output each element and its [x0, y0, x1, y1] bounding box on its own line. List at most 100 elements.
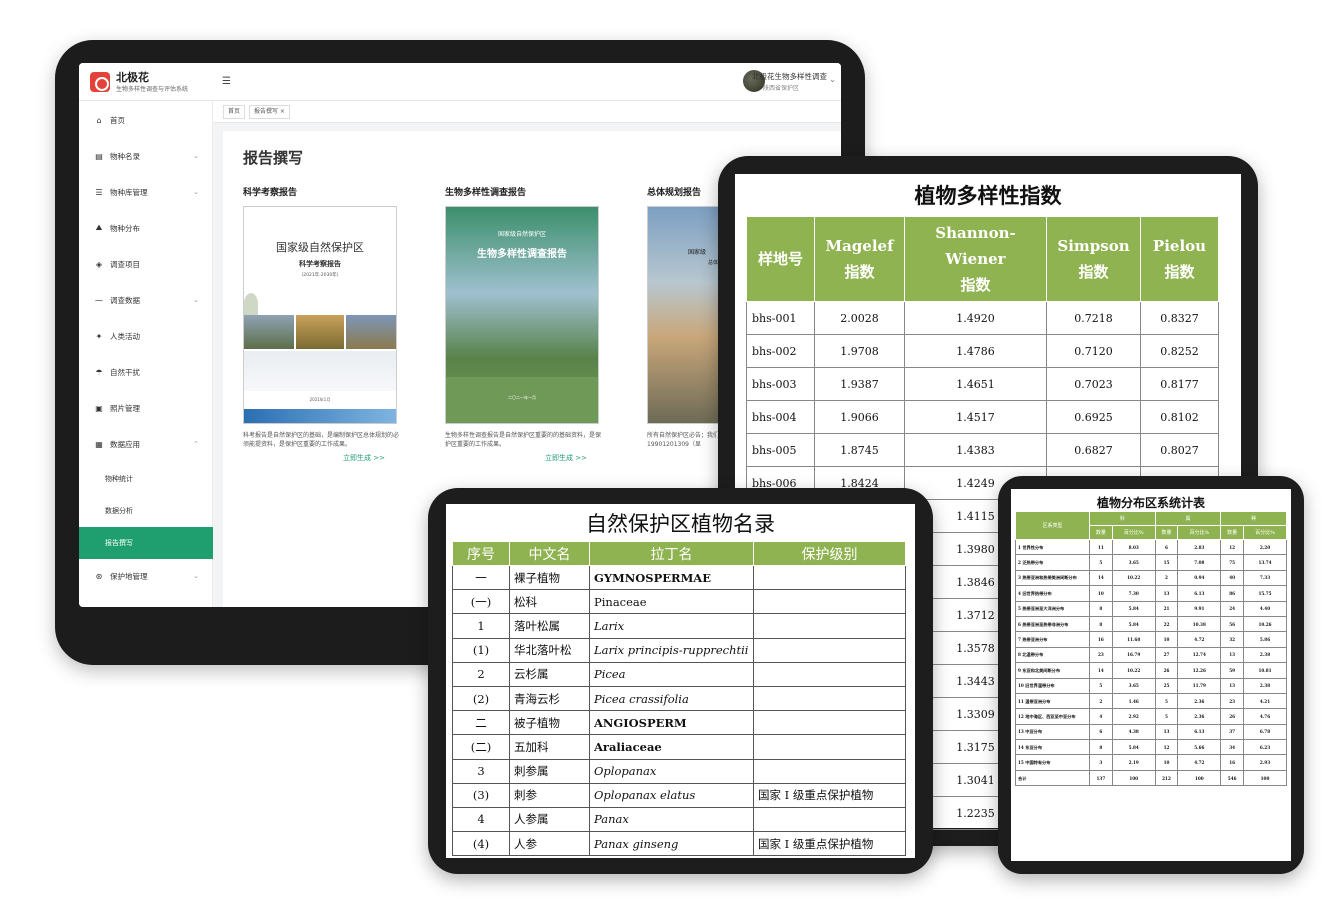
sidebar-item-label: 首页 — [110, 115, 125, 125]
cover-photo-lake — [244, 315, 294, 349]
table-cell: 6.78 — [1243, 723, 1287, 741]
table-cell: 7.33 — [1243, 569, 1287, 587]
table-cell: 86 — [1220, 585, 1245, 602]
table-cell: 13.74 — [1243, 554, 1287, 571]
sidebar-subitem-data-analysis[interactable]: 数据分析 — [79, 495, 213, 527]
table-cell: 2.20 — [1243, 538, 1287, 556]
sidebar-item-species-db[interactable]: ☰ 物种库管理 ⌄ — [79, 177, 213, 207]
table-cell: 10 — [1154, 754, 1179, 771]
table-row: bhs-004 1.9066 1.4517 0.6925 0.8102 — [746, 400, 1219, 434]
table-cell: 2.36 — [1177, 692, 1222, 710]
table-cell: 10.38 — [1177, 615, 1222, 633]
table-cell: 23 — [1089, 646, 1113, 664]
table-cell: 10 — [1154, 631, 1179, 648]
table-cell: 32 — [1220, 631, 1245, 648]
report-cover-image[interactable]: 国家级自然保护区 科学考察报告 (2021年-2030年) 2021年1月 — [243, 206, 397, 424]
table-cell — [753, 589, 906, 615]
table-cell: 2.93 — [1243, 754, 1287, 771]
table-cell: 1.4517 — [904, 400, 1047, 434]
table-cell: 五加科 — [509, 734, 590, 760]
table-cell: 40 — [1220, 569, 1245, 587]
table-cell: 13 — [1220, 677, 1245, 694]
sidebar-item-natural-disturbance[interactable]: ☂ 自然干扰 — [79, 357, 213, 387]
generate-report-link[interactable]: 立即生成 >> — [343, 453, 385, 463]
table-cell: 3.65 — [1111, 677, 1156, 694]
table-cell: (二) — [452, 734, 510, 760]
sidebar-subitem-species-stats[interactable]: 物种统计 — [79, 463, 213, 495]
table-cell: 人参属 — [509, 806, 590, 833]
book-icon: ▤ — [95, 151, 103, 161]
sidebar-subitem-report-writing[interactable]: 报告撰写 — [79, 527, 213, 559]
sidebar-item-survey-data[interactable]: ⁓ 调查数据 ⌄ — [79, 285, 213, 315]
table-cell: 10 旧世界温带分布 — [1015, 677, 1090, 694]
table-cell: 7.08 — [1177, 554, 1222, 571]
distribution-stats-table: 区系类型 科 属 种 数量 百分比% 数量 百分比% 数量 百分比% 1 世界性… — [1015, 511, 1287, 787]
table-cell: bhs-002 — [746, 334, 815, 368]
column-subheader: 数量 — [1154, 525, 1179, 540]
menu-toggle-icon[interactable]: ☰ — [222, 76, 231, 87]
table-row: 14 东亚分布 8 5.84 12 5.66 34 6.23 — [1015, 739, 1287, 756]
table-cell: 10.22 — [1111, 569, 1156, 587]
report-cover-image[interactable]: 国家级自然保护区 生物多样性调查报告 二〇二一年一月 — [445, 206, 599, 424]
app-logo-icon[interactable] — [90, 72, 110, 92]
table-cell: 2 — [1154, 569, 1179, 587]
table-row: 9 东亚和北美间断分布 14 10.22 26 12.26 59 10.81 — [1015, 662, 1287, 679]
table-cell: (4) — [452, 831, 510, 857]
table-cell: 26 — [1154, 662, 1179, 679]
sidebar-item-species-list[interactable]: ▤ 物种名录 ⌄ — [79, 141, 213, 171]
user-name[interactable]: 北极花生物多样性调查 — [752, 71, 827, 82]
table-cell: 0.8252 — [1140, 334, 1219, 368]
sidebar-item-data-apps[interactable]: ▦ 数据应用 ⌃ — [79, 429, 213, 459]
table-cell: 7.30 — [1111, 585, 1156, 602]
table-cell: 裸子植物 — [509, 564, 590, 591]
table-row: 1 落叶松属 Larix — [452, 613, 906, 639]
table-cell: 4.40 — [1243, 600, 1287, 617]
table-row: 2 泛热带分布 5 3.65 15 7.08 75 13.74 — [1015, 554, 1287, 571]
table-cell: 12 — [1154, 739, 1179, 756]
table-cell: 15.75 — [1243, 585, 1287, 602]
column-subheader: 百分比% — [1111, 525, 1156, 540]
home-icon: ⌂ — [96, 115, 102, 125]
column-subheader: 数量 — [1220, 525, 1245, 540]
table-cell: 546 — [1220, 769, 1245, 787]
column-header: 属 — [1154, 511, 1222, 526]
table-cell: 5.84 — [1111, 615, 1156, 633]
sidebar-item-photos[interactable]: ▣ 照片管理 — [79, 393, 213, 423]
table-cell: 0.7218 — [1046, 301, 1141, 335]
table-cell: 国家 I 级重点保护植物 — [753, 782, 906, 808]
generate-report-link[interactable]: 立即生成 >> — [545, 453, 587, 463]
table-row: bhs-002 1.9708 1.4786 0.7120 0.8252 — [746, 334, 1219, 368]
table-cell: 一 — [452, 564, 510, 591]
table-cell: 8 — [1089, 615, 1113, 633]
report-card-science: 科学考察报告 国家级自然保护区 科学考察报告 (2021年-2030年) 202… — [243, 185, 423, 462]
table-cell: 7 热带亚洲分布 — [1015, 631, 1090, 648]
table-cell: 4 — [452, 806, 510, 833]
tab-report-writing[interactable]: 报告撰写 × — [249, 105, 290, 119]
showcase-stage: 北极花 生物多样性调查与评估系统 ☰ 北极花生物多样性调查 陕西省保护区 ⌄ ⌂… — [0, 0, 1339, 905]
table-cell: 二 — [452, 710, 510, 736]
sidebar-item-distribution[interactable]: ⛰ 物种分布 — [79, 213, 213, 243]
table-cell: 5 — [1089, 554, 1113, 571]
sidebar-item-home[interactable]: ⌂ 首页 — [79, 105, 213, 135]
table-cell: Larix — [589, 613, 754, 639]
table-cell: 4 旧世界热带分布 — [1015, 585, 1090, 602]
table-cell: 人参 — [509, 831, 590, 857]
table-cell: 6 — [1089, 723, 1113, 741]
chevron-down-icon[interactable]: ⌄ — [829, 75, 836, 84]
sidebar-item-human-activity[interactable]: ✦ 人类活动 — [79, 321, 213, 351]
umbrella-icon: ☂ — [95, 367, 103, 377]
sidebar-item-survey-project[interactable]: ◈ 调查项目 — [79, 249, 213, 279]
tab-home[interactable]: 首页 — [223, 105, 246, 119]
table-row: 合计 137 100 212 100 546 100 — [1015, 769, 1287, 787]
table-cell — [753, 806, 906, 833]
column-header: 区系类型 — [1015, 511, 1090, 540]
table-row: 1 世界性分布 11 8.03 6 2.83 12 2.20 — [1015, 538, 1287, 556]
table-cell: 2 — [1089, 692, 1113, 710]
table-row: (1) 华北落叶松 Larix principis-rupprechtii — [452, 637, 906, 663]
diversity-table-title: 植物多样性指数 — [914, 184, 1062, 208]
table-row: (一) 松科 Pinaceae — [452, 589, 906, 615]
sidebar-item-label: 照片管理 — [110, 403, 140, 413]
sidebar-item-protected-area[interactable]: ⊛ 保护地管理 ⌄ — [79, 561, 213, 591]
table-cell: 4.72 — [1177, 631, 1222, 648]
table-cell: 2 — [452, 661, 510, 687]
